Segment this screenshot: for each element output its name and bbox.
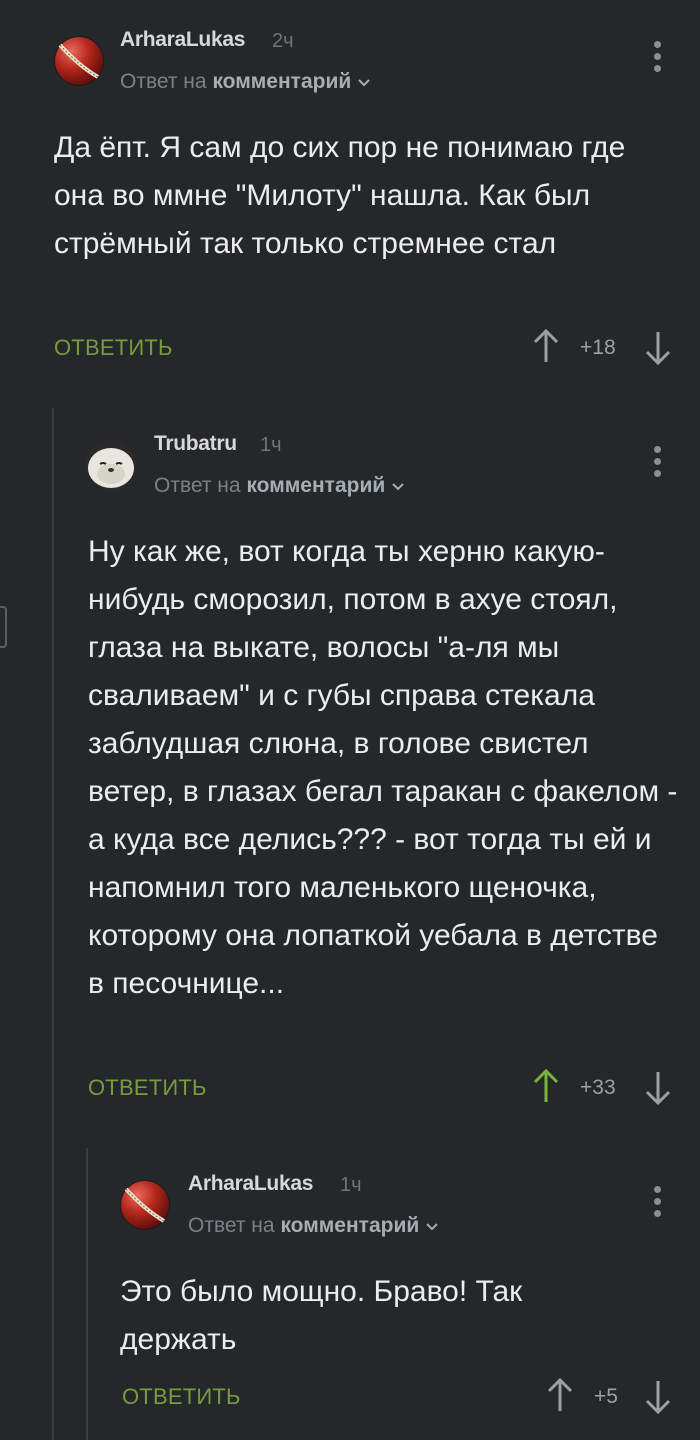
reply-to-link[interactable]: Ответ на комментарий bbox=[120, 70, 371, 94]
arrow-down-icon[interactable] bbox=[644, 330, 672, 371]
reply-to-link[interactable]: Ответ на комментарий bbox=[154, 474, 405, 498]
more-vertical-icon[interactable] bbox=[652, 446, 662, 482]
cricket-ball-avatar-icon bbox=[54, 36, 104, 86]
more-vertical-icon[interactable] bbox=[652, 41, 662, 77]
user-avatar[interactable] bbox=[120, 1180, 170, 1230]
username[interactable]: ArharaLukas bbox=[120, 28, 245, 52]
reply-to-link[interactable]: Ответ на комментарий bbox=[188, 1214, 439, 1238]
comment-time: 2ч bbox=[272, 30, 294, 52]
reply-button[interactable]: ОТВЕТИТЬ bbox=[88, 1075, 207, 1101]
chevron-down-icon bbox=[357, 70, 371, 94]
reply-button[interactable]: ОТВЕТИТЬ bbox=[54, 335, 173, 361]
username[interactable]: Trubatru bbox=[154, 432, 237, 456]
reply-prefix: Ответ на bbox=[120, 70, 207, 93]
user-avatar[interactable] bbox=[86, 440, 136, 490]
username[interactable]: ArharaLukas bbox=[188, 1172, 313, 1196]
reply-button[interactable]: ОТВЕТИТЬ bbox=[122, 1384, 241, 1410]
reply-target: комментарий bbox=[246, 474, 386, 497]
vote-score: +33 bbox=[580, 1076, 616, 1099]
thread-line bbox=[86, 1148, 88, 1440]
reply-prefix: Ответ на bbox=[154, 474, 241, 497]
comment-text: Это было мощно. Браво! Так держать bbox=[120, 1275, 523, 1356]
user-avatar[interactable] bbox=[54, 36, 104, 86]
vote-score: +18 bbox=[580, 336, 616, 359]
comment-text: Да ёпт. Я сам до сих пор не понимаю где … bbox=[54, 131, 626, 260]
comment-time: 1ч bbox=[340, 1174, 362, 1196]
comment-time: 1ч bbox=[260, 434, 282, 456]
cricket-ball-avatar-icon bbox=[120, 1180, 170, 1230]
side-panel-handle[interactable] bbox=[0, 606, 7, 648]
seal-avatar-icon bbox=[86, 440, 136, 490]
vote-score: +5 bbox=[594, 1385, 618, 1408]
chevron-down-icon bbox=[425, 1214, 439, 1238]
thread-line bbox=[52, 408, 54, 1440]
reply-prefix: Ответ на bbox=[188, 1214, 275, 1237]
arrow-down-icon[interactable] bbox=[644, 1070, 672, 1111]
arrow-up-icon[interactable] bbox=[532, 1068, 560, 1109]
arrow-down-icon[interactable] bbox=[644, 1379, 672, 1420]
comment-text: Ну как же, вот когда ты херню какую-нибу… bbox=[88, 535, 678, 1000]
reply-target: комментарий bbox=[212, 70, 352, 93]
arrow-up-icon[interactable] bbox=[546, 1377, 574, 1418]
chevron-down-icon bbox=[391, 474, 405, 498]
arrow-up-icon[interactable] bbox=[532, 328, 560, 369]
more-vertical-icon[interactable] bbox=[652, 1186, 662, 1222]
reply-target: комментарий bbox=[280, 1214, 420, 1237]
